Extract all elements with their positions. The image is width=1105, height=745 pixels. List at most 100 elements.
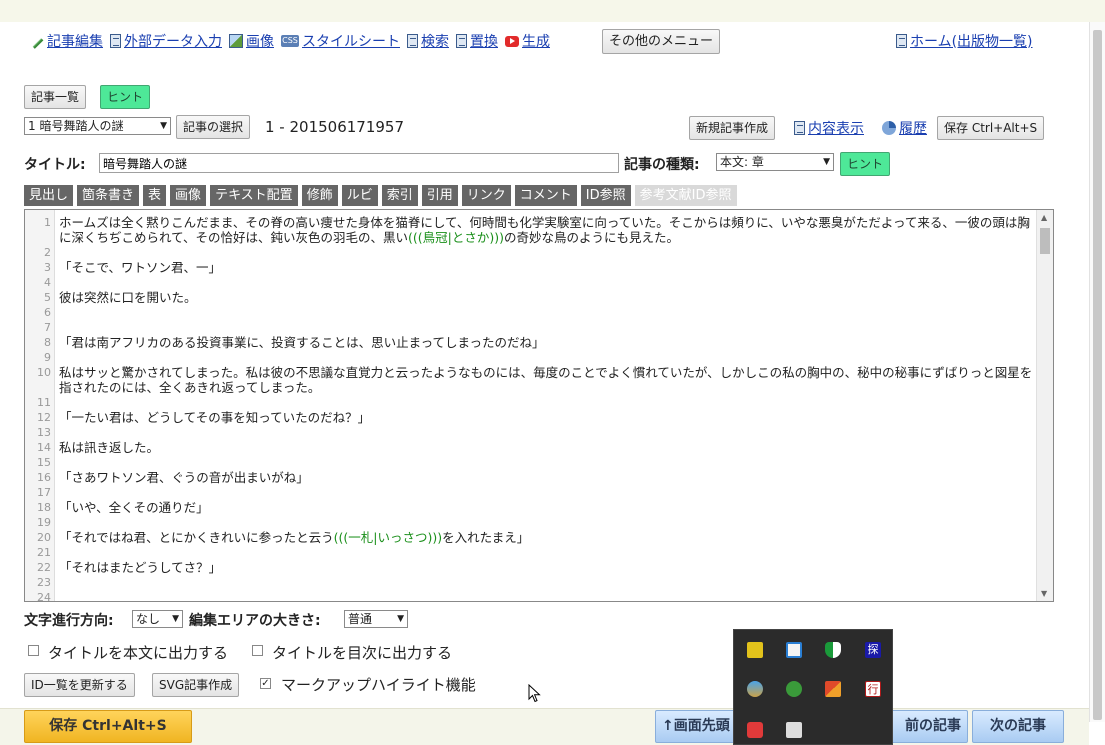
toolbar-quote[interactable]: 引用 — [421, 185, 458, 206]
green-app-icon[interactable] — [786, 681, 802, 697]
editor-line[interactable]: 2 — [25, 245, 1035, 260]
toolbar-link[interactable]: リンク — [461, 185, 511, 206]
tool-icon[interactable] — [825, 681, 841, 697]
nav-generate[interactable]: 生成 — [505, 31, 550, 51]
line-text: 「それではね君、とにかくきれいに参ったと云う(((一札|いっさつ)))を入れたま… — [59, 530, 1035, 545]
toolbar-decoration[interactable]: 修飾 — [301, 185, 338, 206]
save-button-top[interactable]: 保存 Ctrl+Alt+S — [937, 116, 1045, 140]
editor-line[interactable]: 20 「それではね君、とにかくきれいに参ったと云う(((一札|いっさつ)))を入れ… — [25, 530, 1035, 545]
line-number: 21 — [37, 546, 51, 559]
direction-select[interactable]: なし — [132, 610, 183, 628]
history-link[interactable]: 履歴 — [882, 118, 927, 138]
home-link[interactable]: ホーム(出版物一覧) — [896, 31, 1033, 51]
article-select[interactable]: 1 暗号舞踏人の謎 — [24, 117, 171, 135]
page-scrollbar[interactable] — [1089, 22, 1105, 722]
view-content-link[interactable]: 内容表示 — [794, 118, 864, 138]
red-app-icon[interactable] — [747, 722, 763, 738]
editor-line[interactable]: 4 — [25, 275, 1035, 290]
save-button-bottom[interactable]: 保存 Ctrl+Alt+S — [24, 710, 192, 743]
kind-select[interactable]: 本文: 章 — [716, 153, 834, 171]
hint-button[interactable]: ヒント — [100, 85, 151, 109]
editor-line[interactable]: 23 — [25, 575, 1035, 590]
search-app-icon[interactable]: 探 — [865, 642, 881, 658]
toolbar-heading[interactable]: 見出し — [24, 185, 74, 206]
nav-search[interactable]: 検索 — [407, 31, 449, 51]
editor-line[interactable]: 6 — [25, 305, 1035, 320]
line-number: 16 — [37, 471, 51, 484]
title-input[interactable] — [99, 153, 619, 173]
toolbar-id-ref[interactable]: ID参照 — [580, 185, 631, 206]
to-top-button[interactable]: ↑画面先頭 — [655, 710, 745, 743]
editor-line[interactable]: 8 「君は南アフリカのある投資事業に、投資することは、思い止まってしまったのだね」 — [25, 335, 1035, 350]
svg-article-button[interactable]: SVG記事作成 — [152, 673, 240, 697]
toolbar-comment[interactable]: コメント — [514, 185, 577, 206]
editor-line[interactable]: 15 — [25, 455, 1035, 470]
editor-line[interactable]: 14 私は訊き返した。 — [25, 440, 1035, 455]
scroll-thumb[interactable] — [1040, 228, 1050, 254]
editor-lines: 1 ホームズは全く黙りこんだまま、その脊の高い痩せた身体を猫脊にして、何時間も化学… — [25, 215, 1035, 601]
editor-line[interactable]: 22 「それはまたどうしてさ？」 — [25, 560, 1035, 575]
next-article-button[interactable]: 次の記事 — [972, 710, 1064, 743]
toolbar-bullets[interactable]: 箇条書き — [77, 185, 140, 206]
line-number: 6 — [44, 306, 51, 319]
scroll-down-icon[interactable]: ▼ — [1041, 589, 1047, 598]
editor-line[interactable]: 24 — [25, 590, 1035, 601]
clock-icon — [882, 121, 896, 135]
notepad-icon[interactable] — [786, 642, 802, 658]
line-text: 「そこで、ワトソン君、一」 — [59, 260, 1035, 275]
line-text: 「君は南アフリカのある投資事業に、投資することは、思い止まってしまったのだね」 — [59, 335, 1035, 350]
editor-size-select[interactable]: 普通 — [344, 610, 408, 628]
line-number: 3 — [44, 261, 51, 274]
nav-external-data[interactable]: 外部データ入力 — [110, 31, 222, 51]
editor-line[interactable]: 11 — [25, 395, 1035, 410]
title-in-body-checkbox[interactable] — [28, 645, 39, 656]
editor-line[interactable]: 12 「一たい君は、どうしてその事を知っていたのだね？」 — [25, 410, 1035, 425]
line-number: 19 — [37, 516, 51, 529]
title-in-toc-checkbox[interactable] — [252, 645, 263, 656]
kind-hint-button[interactable]: ヒント — [840, 152, 891, 176]
editor-line[interactable]: 5 彼は突然に口を開いた。 — [25, 290, 1035, 305]
nav-stylesheet[interactable]: CSS スタイルシート — [281, 31, 400, 51]
printer-icon[interactable] — [786, 722, 802, 738]
nav-image[interactable]: 画像 — [229, 31, 274, 51]
editor-scrollbar[interactable]: ▲ ▼ — [1036, 210, 1053, 601]
toolbar-ruby[interactable]: ルビ — [341, 185, 378, 206]
editor-line[interactable]: 18 「いや、全くその通りだ」 — [25, 500, 1035, 515]
editor-line[interactable]: 3 「そこで、ワトソン君、一」 — [25, 260, 1035, 275]
cloud-sync-icon[interactable] — [747, 681, 763, 697]
nav-replace[interactable]: 置換 — [456, 31, 498, 51]
text-editor[interactable]: 1 ホームズは全く黙りこんだまま、その脊の高い痩せた身体を猫脊にして、何時間も化学… — [24, 209, 1054, 602]
page-scroll-thumb[interactable] — [1093, 30, 1102, 720]
other-menu-button[interactable]: その他のメニュー — [602, 29, 721, 54]
editor-line[interactable]: 13 — [25, 425, 1035, 440]
article-list-button[interactable]: 記事一覧 — [24, 85, 87, 109]
editor-line[interactable]: 7 — [25, 320, 1035, 335]
toolbar-table[interactable]: 表 — [143, 185, 167, 206]
line-number: 5 — [44, 291, 51, 304]
select-article-button[interactable]: 記事の選択 — [176, 115, 251, 139]
editor-line[interactable]: 1 ホームズは全く黙りこんだまま、その脊の高い痩せた身体を猫脊にして、何時間も化学… — [25, 215, 1035, 245]
toolbar-image[interactable]: 画像 — [170, 185, 207, 206]
kanji-app-icon[interactable]: 行 — [865, 681, 881, 697]
highlight-checkbox[interactable]: ✓ — [260, 678, 271, 689]
editor-line[interactable]: 10 私はサッと驚かされてしまった。私は彼の不思議な直覚力と云ったようなものには、… — [25, 365, 1035, 395]
shield-icon[interactable] — [747, 642, 763, 658]
pencil-icon — [32, 37, 44, 49]
editor-line[interactable]: 19 — [25, 515, 1035, 530]
toolbar-text-align[interactable]: テキスト配置 — [210, 185, 298, 206]
line-text-part: 「それではね君、とにかくきれいに参ったと云う — [59, 530, 334, 545]
editor-line[interactable]: 9 — [25, 350, 1035, 365]
toolbar-index[interactable]: 索引 — [381, 185, 418, 206]
editor-line[interactable]: 17 — [25, 485, 1035, 500]
update-ids-button[interactable]: ID一覧を更新する — [24, 673, 135, 697]
line-text-part: 「さあワトソン君、ぐうの音が出まいがね」 — [59, 470, 309, 485]
nav-edit-article[interactable]: 記事編集 — [32, 31, 103, 51]
youtube-icon — [505, 35, 519, 47]
editor-line[interactable]: 16 「さあワトソン君、ぐうの音が出まいがね」 — [25, 470, 1035, 485]
new-article-button[interactable]: 新規記事作成 — [689, 116, 776, 140]
line-text: 「一たい君は、どうしてその事を知っていたのだね？」 — [59, 410, 1035, 425]
security-shield-icon[interactable] — [825, 642, 841, 658]
editor-line[interactable]: 21 — [25, 545, 1035, 560]
direction-label: 文字進行方向: — [24, 613, 114, 629]
scroll-up-icon[interactable]: ▲ — [1041, 213, 1047, 222]
